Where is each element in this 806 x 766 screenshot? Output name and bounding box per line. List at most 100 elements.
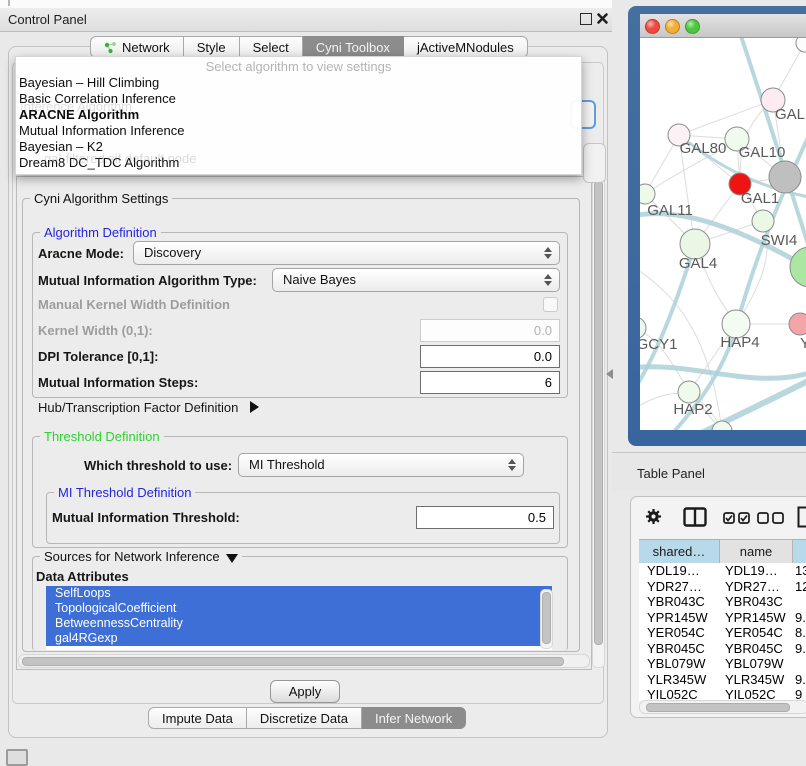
panel-splitter-handle[interactable] xyxy=(606,369,613,379)
table-cell: YPR145W xyxy=(639,610,719,626)
table-row[interactable]: YIL052CYIL052C9 xyxy=(639,687,806,701)
algorithm-option[interactable]: Mutual Information Inference xyxy=(19,123,578,139)
data-attributes-label: Data Attributes xyxy=(36,569,129,584)
table-cell: YBR043C xyxy=(719,594,791,610)
mi-steps-label: Mutual Information Steps: xyxy=(38,375,198,390)
mi-algorithm-type-label: Mutual Information Algorithm Type: xyxy=(38,273,257,288)
table-row[interactable]: YBR045CYBR045C9. xyxy=(639,641,806,657)
show-selected-columns-icon[interactable] xyxy=(723,512,751,524)
column-header-a[interactable]: A xyxy=(793,539,806,565)
page-icon[interactable] xyxy=(797,506,806,528)
table-cell: 9. xyxy=(791,610,806,626)
algorithm-option[interactable]: Bayesian – Hill Climbing xyxy=(19,75,578,91)
column-header-name[interactable]: name xyxy=(720,539,793,565)
table-cell: 13 xyxy=(791,563,806,579)
settings-vertical-scrollbar[interactable] xyxy=(592,177,605,668)
which-threshold-combobox[interactable]: MI Threshold xyxy=(238,453,524,477)
network-node-swi4[interactable] xyxy=(752,210,774,232)
network-canvas[interactable]: GALGAL80GAL10GAL1GAL11SWI4GAL4HAP4YGCY1H… xyxy=(640,38,806,430)
table-cell: YDR27… xyxy=(639,579,719,595)
ghost-network-value: gal-filtered.sif default node xyxy=(44,151,196,166)
minimize-light[interactable] xyxy=(665,19,680,34)
dpi-tolerance-field[interactable]: 0.0 xyxy=(420,345,560,368)
sources-title[interactable]: Sources for Network Inference xyxy=(40,549,242,564)
attribute-list-item[interactable]: SelfLoops xyxy=(46,586,552,601)
threshold-definition-title: Threshold Definition xyxy=(40,429,164,444)
network-node[interactable] xyxy=(769,161,801,193)
close-light[interactable] xyxy=(645,19,660,34)
table-row[interactable]: YLR345WYLR345W9. xyxy=(639,672,806,688)
tab-jactivemnodules[interactable]: jActiveMNodules xyxy=(404,36,528,58)
attribute-list-item[interactable]: BetweennessCentrality xyxy=(46,616,552,631)
apply-button[interactable]: Apply xyxy=(270,680,340,703)
mi-threshold-field[interactable]: 0.5 xyxy=(416,506,554,529)
columns-icon[interactable] xyxy=(683,507,707,527)
network-node[interactable] xyxy=(790,247,806,287)
table-cell: YDL19… xyxy=(639,563,719,579)
manual-kernel-width-checkbox[interactable] xyxy=(543,297,558,312)
table-cell: YER054C xyxy=(719,625,791,641)
table-cell: YDR27… xyxy=(719,579,791,595)
tab-style[interactable]: Style xyxy=(184,36,240,58)
control-panel-title: Control Panel xyxy=(8,12,87,27)
close-icon[interactable] xyxy=(596,12,609,25)
kernel-width-field[interactable]: 0.0 xyxy=(420,319,560,342)
network-node-label: GAL xyxy=(775,106,805,123)
minimized-panel-icon[interactable] xyxy=(6,749,28,766)
table-body[interactable]: YDL19…YDL19…13YDR27…YDR27…12YBR043CYBR04… xyxy=(639,563,806,701)
network-node-label: GAL11 xyxy=(647,202,693,219)
tab-cyni-toolbox[interactable]: Cyni Toolbox xyxy=(303,36,404,58)
tab-infer-network[interactable]: Infer Network xyxy=(362,707,466,729)
network-node-label: GCY1 xyxy=(640,336,677,353)
tab-discretize-data[interactable]: Discretize Data xyxy=(247,707,362,729)
kernel-width-label: Kernel Width (0,1): xyxy=(38,323,153,338)
network-window-titlebar[interactable] xyxy=(640,14,806,38)
hub-definition-expander[interactable]: Hub/Transcription Factor Definition xyxy=(38,400,259,415)
tab-select[interactable]: Select xyxy=(240,36,303,58)
attribute-list-item[interactable]: gal4RGexp xyxy=(46,631,552,646)
network-node-hap2[interactable] xyxy=(678,381,700,403)
network-graph: GALGAL80GAL10GAL1GAL11SWI4GAL4HAP4YGCY1H… xyxy=(640,38,806,430)
background-panel-fragment xyxy=(583,143,606,183)
network-node-label: HAP4 xyxy=(720,334,759,351)
table-horizontal-scrollbar[interactable] xyxy=(639,700,806,714)
table-header-row[interactable]: shared…nameA xyxy=(639,539,806,563)
network-node-label: SWI4 xyxy=(761,232,798,249)
column-header-shared[interactable]: shared… xyxy=(639,539,720,565)
combo-arrows-icon xyxy=(544,246,552,260)
table-row[interactable]: YPR145WYPR145W9. xyxy=(639,610,806,626)
table-row[interactable]: YDL19…YDL19…13 xyxy=(639,563,806,579)
zoom-light[interactable] xyxy=(685,19,700,34)
manual-kernel-width-label: Manual Kernel Width Definition xyxy=(38,297,230,312)
data-attributes-list[interactable]: SelfLoopsTopologicalCoefficientBetweenne… xyxy=(46,586,552,650)
table-cell: 8. xyxy=(791,625,806,641)
tab-network[interactable]: Network xyxy=(90,36,184,58)
table-row[interactable]: YBL079WYBL079W xyxy=(639,656,806,672)
cyni-algorithm-settings-title: Cyni Algorithm Settings xyxy=(30,191,172,206)
control-panel-tabbar: NetworkStyleSelectCyni ToolboxjActiveMNo… xyxy=(90,36,528,58)
aracne-mode-combobox[interactable]: Discovery xyxy=(133,241,560,265)
network-node-y[interactable] xyxy=(789,313,806,335)
network-node-label: Y xyxy=(800,335,806,352)
network-node[interactable] xyxy=(796,38,806,52)
table-row[interactable]: YER054CYER054C8. xyxy=(639,625,806,641)
mi-steps-field[interactable]: 6 xyxy=(420,371,560,394)
table-row[interactable]: YDR27…YDR27…12 xyxy=(639,579,806,595)
hide-columns-icon[interactable] xyxy=(757,512,785,524)
mi-algorithm-type-combobox[interactable]: Naive Bayes xyxy=(272,268,560,292)
table-cell: 9. xyxy=(791,672,806,688)
aracne-mode-label: Aracne Mode: xyxy=(38,246,124,261)
settings-horizontal-scrollbar[interactable] xyxy=(18,654,590,668)
gear-icon[interactable] xyxy=(645,508,662,525)
float-window-icon[interactable] xyxy=(580,13,592,25)
network-node-gal11[interactable] xyxy=(640,184,655,204)
tab-impute-data[interactable]: Impute Data xyxy=(148,707,247,729)
table-row[interactable]: YBR043CYBR043C xyxy=(639,594,806,610)
table-cell: YBL079W xyxy=(719,656,791,672)
popup-placeholder: Select algorithm to view settings xyxy=(16,59,581,74)
table-cell: YER054C xyxy=(639,625,719,641)
table-cell: YIL052C xyxy=(719,687,791,701)
table-cell: 9. xyxy=(791,641,806,657)
attribute-list-item[interactable]: TopologicalCoefficient xyxy=(46,601,552,616)
attributes-list-scrollbar[interactable] xyxy=(540,589,553,649)
